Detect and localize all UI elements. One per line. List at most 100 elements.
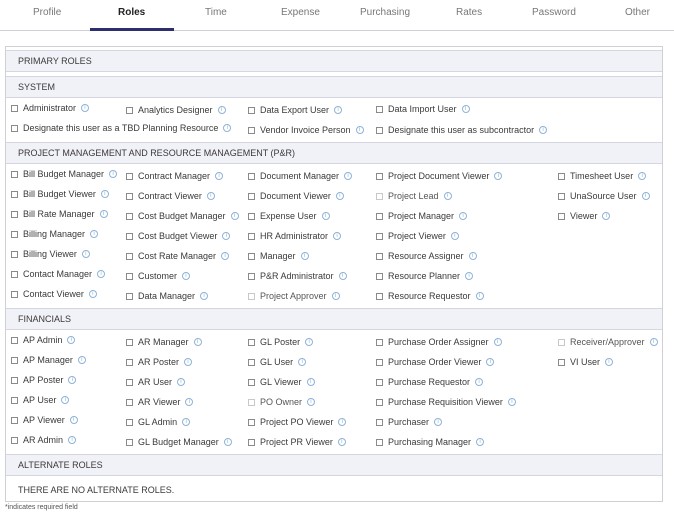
role-administrator[interactable]: Administrator i [11,101,90,115]
info-icon[interactable]: i [215,172,224,180]
checkbox[interactable] [558,212,565,220]
info-icon[interactable]: i [486,358,495,366]
info-icon[interactable]: i [344,172,353,180]
role-ap-manager[interactable]: AP Manager i [11,353,86,367]
role-billing-manager[interactable]: Billing Manager i [11,227,99,241]
role-purchase-order-assigner[interactable]: Purchase Order Assigner i [376,335,502,349]
checkbox[interactable] [248,438,255,446]
info-icon[interactable]: i [306,378,315,386]
checkbox[interactable] [126,252,133,260]
role-viewer[interactable]: Viewer i [558,209,611,223]
tab-expense[interactable]: Expense [281,7,320,18]
info-icon[interactable]: i [331,292,340,300]
info-icon[interactable]: i [507,398,516,406]
tab-profile[interactable]: Profile [33,7,61,18]
info-icon[interactable]: i [337,438,346,446]
checkbox[interactable] [376,418,383,426]
role-cost-rate-manager[interactable]: Cost Rate Manager i [126,249,230,263]
info-icon[interactable]: i [217,106,226,114]
checkbox[interactable] [376,338,383,346]
info-icon[interactable]: i [476,438,485,446]
role-manager[interactable]: Manager i [248,249,309,263]
info-icon[interactable]: i [221,252,230,260]
checkbox[interactable] [248,378,255,386]
checkbox[interactable] [248,192,255,200]
checkbox[interactable] [376,105,383,113]
role-pr-administrator[interactable]: P&R Administrator i [248,269,347,283]
role-project-viewer[interactable]: Project Viewer i [376,229,459,243]
checkbox[interactable] [126,338,133,346]
info-icon[interactable]: i [641,192,650,200]
checkbox[interactable] [11,170,18,178]
info-icon[interactable]: i [443,192,452,200]
info-icon[interactable]: i [638,172,647,180]
role-purchasing-manager[interactable]: Purchasing Manager i [376,435,485,449]
checkbox[interactable] [376,292,383,300]
info-icon[interactable]: i [193,338,202,346]
info-icon[interactable]: i [223,124,232,132]
checkbox[interactable] [126,232,133,240]
role-expense-user[interactable]: Expense User i [248,209,330,223]
role-document-viewer[interactable]: Document Viewer i [248,189,344,203]
info-icon[interactable]: i [67,336,76,344]
info-icon[interactable]: i [182,418,191,426]
info-icon[interactable]: i [177,378,186,386]
role-resource-requestor[interactable]: Resource Requestor i [376,289,484,303]
tab-purchasing[interactable]: Purchasing [360,7,410,18]
info-icon[interactable]: i [649,338,658,346]
checkbox[interactable] [558,192,565,200]
checkbox[interactable] [248,272,255,280]
role-purchase-requestor[interactable]: Purchase Requestor i [376,375,484,389]
checkbox[interactable] [126,378,133,386]
checkbox[interactable] [11,396,18,404]
role-gl-poster[interactable]: GL Poster i [248,335,314,349]
role-gl-viewer[interactable]: GL Viewer i [248,375,315,389]
role-data-manager[interactable]: Data Manager i [126,289,209,303]
tab-other[interactable]: Other [625,7,650,18]
checkbox[interactable] [11,436,18,444]
role-timesheet-user[interactable]: Timesheet User i [558,169,647,183]
role-cost-budget-viewer[interactable]: Cost Budget Viewer i [126,229,231,243]
checkbox[interactable] [376,358,383,366]
info-icon[interactable]: i [338,418,347,426]
role-subcontractor[interactable]: Designate this user as subcontractor i [376,123,548,137]
role-hr-administrator[interactable]: HR Administrator i [248,229,342,243]
checkbox[interactable] [11,190,18,198]
info-icon[interactable]: i [468,252,477,260]
info-icon[interactable]: i [184,358,193,366]
info-icon[interactable]: i [77,356,86,364]
info-icon[interactable]: i [494,172,503,180]
checkbox[interactable] [248,126,255,134]
info-icon[interactable]: i [338,272,347,280]
checkbox[interactable] [11,416,18,424]
info-icon[interactable]: i [200,292,209,300]
checkbox[interactable] [248,338,255,346]
info-icon[interactable]: i [99,210,108,218]
role-ap-viewer[interactable]: AP Viewer i [11,413,78,427]
checkbox[interactable] [558,172,565,180]
checkbox[interactable] [376,378,383,386]
checkbox[interactable] [11,210,18,218]
checkbox[interactable] [248,292,255,300]
info-icon[interactable]: i [81,104,90,112]
tab-password[interactable]: Password [532,7,576,18]
checkbox[interactable] [558,338,565,346]
checkbox[interactable] [126,212,133,220]
info-icon[interactable]: i [335,192,344,200]
info-icon[interactable]: i [300,252,309,260]
checkbox[interactable] [376,232,383,240]
checkbox[interactable] [11,376,18,384]
info-icon[interactable]: i [90,230,99,238]
info-icon[interactable]: i [97,270,106,278]
role-ap-poster[interactable]: AP Poster i [11,373,77,387]
info-icon[interactable]: i [222,232,231,240]
role-customer[interactable]: Customer i [126,269,191,283]
info-icon[interactable]: i [334,106,343,114]
checkbox[interactable] [376,272,383,280]
role-contract-manager[interactable]: Contract Manager i [126,169,224,183]
role-gl-user[interactable]: GL User i [248,355,307,369]
role-project-manager[interactable]: Project Manager i [376,209,468,223]
checkbox[interactable] [248,418,255,426]
checkbox[interactable] [11,124,18,132]
role-vi-user[interactable]: VI User i [558,355,614,369]
